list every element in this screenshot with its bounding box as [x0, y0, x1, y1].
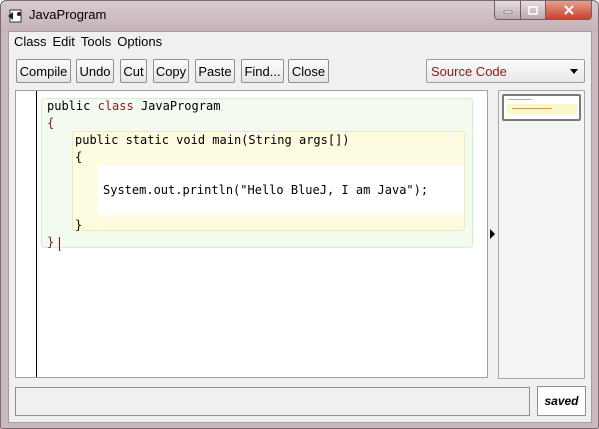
copy-button[interactable]: Copy — [153, 59, 189, 83]
code-editor[interactable]: public class JavaProgram { public static… — [15, 90, 488, 378]
compile-button[interactable]: Compile — [16, 59, 71, 83]
title-bar[interactable]: JavaProgram — [1, 1, 598, 31]
editor-client-area: Class Edit Tools Options Compile Undo Cu… — [8, 31, 592, 423]
gutter-divider — [36, 91, 37, 377]
code-line-3: public static void main(String args[]) — [75, 133, 350, 147]
editor-window: JavaProgram Class Edit Tools Options Com… — [0, 0, 599, 429]
maximize-icon — [528, 5, 538, 15]
overview-viewport[interactable] — [502, 94, 581, 121]
close-button[interactable]: Close — [288, 59, 329, 83]
collapse-arrow-icon[interactable] — [490, 229, 495, 239]
menu-options[interactable]: Options — [116, 32, 167, 52]
code-line-7: } — [47, 235, 55, 249]
maximize-button[interactable] — [521, 1, 546, 20]
save-state-indicator: saved — [537, 386, 586, 416]
close-window-button[interactable] — [546, 1, 592, 20]
chevron-down-icon — [570, 69, 578, 74]
code-line-6: } — [75, 218, 83, 232]
overview-line — [508, 99, 532, 100]
minimize-icon — [503, 10, 512, 14]
code-line-5: System.out.println("Hello BlueJ, I am Ja… — [103, 183, 429, 197]
menu-class[interactable]: Class — [13, 32, 52, 52]
minimize-button[interactable] — [494, 1, 521, 20]
keyword: class — [97, 99, 134, 113]
code-line-2: { — [47, 116, 55, 130]
navigation-overview[interactable] — [498, 90, 585, 379]
text-caret — [59, 237, 60, 251]
status-message-field — [15, 387, 530, 416]
undo-button[interactable]: Undo — [76, 59, 114, 83]
menu-tools[interactable]: Tools — [80, 32, 116, 52]
cut-button[interactable]: Cut — [120, 59, 147, 83]
keyword: public — [47, 99, 91, 113]
view-mode-value: Source Code — [431, 64, 507, 79]
view-mode-select[interactable]: Source Code — [426, 59, 585, 83]
menu-edit[interactable]: Edit — [52, 32, 80, 52]
menu-bar: Class Edit Tools Options — [9, 32, 591, 52]
overview-scope — [507, 104, 577, 114]
paste-button[interactable]: Paste — [195, 59, 235, 83]
bluej-app-icon — [8, 9, 22, 23]
overview-line — [512, 108, 552, 109]
window-title: JavaProgram — [29, 7, 107, 22]
code-line-1: public class JavaProgram — [47, 99, 220, 113]
close-icon — [563, 5, 574, 15]
code-line-4: { — [75, 150, 83, 164]
class-name: JavaProgram — [140, 99, 221, 113]
find-button[interactable]: Find... — [241, 59, 284, 83]
window-controls — [494, 1, 592, 21]
